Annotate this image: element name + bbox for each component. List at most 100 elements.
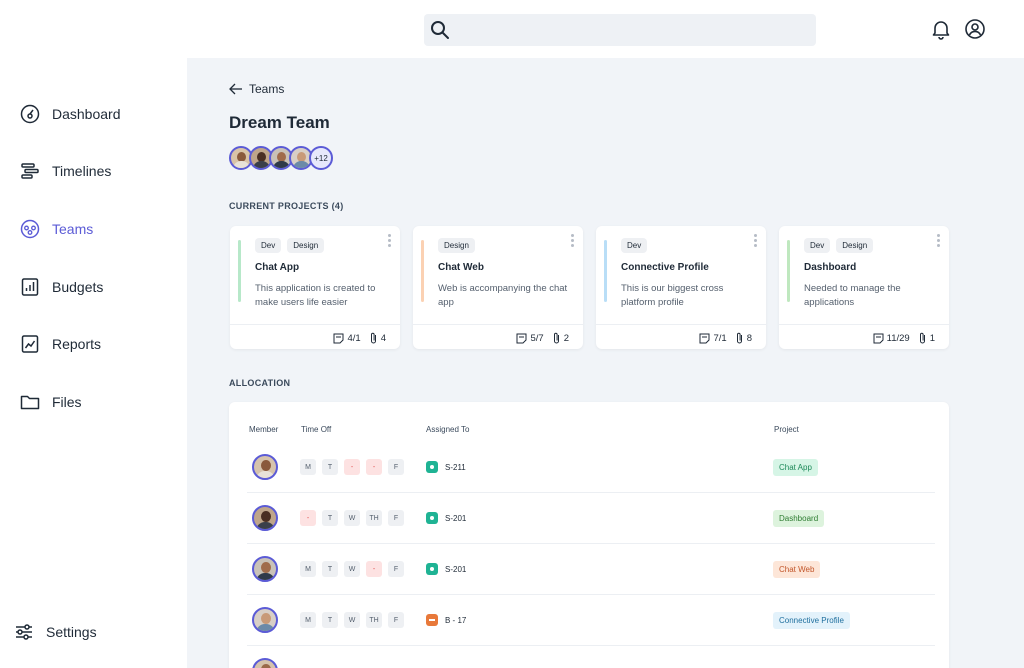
- back-link[interactable]: Teams: [229, 82, 284, 96]
- attachment-count: 8: [746, 332, 752, 344]
- folder-icon: [20, 395, 40, 410]
- day-chip[interactable]: T: [322, 459, 338, 475]
- project-card[interactable]: Design Chat Web Web is accompanying the …: [413, 226, 583, 349]
- sidebar-item-budgets[interactable]: Budgets: [20, 275, 103, 299]
- card-footer: 4/1 4: [230, 324, 400, 349]
- allocation-table: Member Time Off Assigned To Project M T …: [229, 402, 949, 668]
- project-badge[interactable]: Chat App: [773, 459, 818, 476]
- project-badge[interactable]: Chat Web: [773, 561, 821, 578]
- paperclip-icon: [919, 332, 925, 344]
- avatar[interactable]: [252, 556, 278, 582]
- avatar[interactable]: [252, 658, 278, 668]
- search-bar[interactable]: [424, 14, 816, 46]
- assigned-task[interactable]: S-201: [426, 512, 466, 524]
- attachment-count: 1: [929, 332, 935, 344]
- dashboard-icon: [20, 104, 40, 124]
- avatar[interactable]: [252, 607, 278, 633]
- sidebar-item-settings[interactable]: Settings: [14, 620, 97, 644]
- tag: Design: [438, 238, 475, 253]
- team-avatars[interactable]: +12: [229, 146, 333, 170]
- avatar[interactable]: [252, 505, 278, 531]
- day-chip[interactable]: T: [322, 510, 338, 526]
- allocation-heading: ALLOCATION: [229, 378, 291, 388]
- day-chip[interactable]: M: [300, 612, 316, 628]
- day-chip[interactable]: -: [366, 459, 382, 475]
- sidebar-item-files[interactable]: Files: [20, 390, 82, 414]
- tag: Design: [287, 238, 325, 253]
- paperclip-icon: [736, 332, 742, 344]
- assigned-task[interactable]: B - 17: [426, 614, 466, 626]
- reports-icon: [21, 335, 39, 353]
- time-off-days: M T - - F: [300, 459, 410, 475]
- top-bar: [0, 0, 1024, 58]
- task-note-icon: [516, 333, 527, 343]
- time-off-days: M T W TH F: [300, 612, 410, 628]
- teams-icon: [20, 219, 40, 239]
- more-options-icon[interactable]: [388, 234, 392, 250]
- sidebar-item-label: Dashboard: [52, 106, 121, 122]
- settings-label: Settings: [46, 624, 97, 640]
- day-chip[interactable]: M: [300, 459, 316, 475]
- project-card[interactable]: Dev Design Dashboard Needed to manage th…: [779, 226, 949, 349]
- task-note-icon: [873, 333, 884, 343]
- project-card[interactable]: Dev Design Chat App This application is …: [230, 226, 400, 349]
- day-chip[interactable]: -: [366, 561, 382, 577]
- day-chip[interactable]: T: [322, 561, 338, 577]
- day-chip[interactable]: F: [388, 459, 404, 475]
- page-title: Dream Team: [229, 113, 330, 132]
- sidebar-item-label: Files: [52, 394, 82, 410]
- assigned-task[interactable]: S-201: [426, 563, 466, 575]
- task-id: S-211: [445, 462, 466, 472]
- project-card[interactable]: Dev Connective Profile This is our bigge…: [596, 226, 766, 349]
- more-options-icon[interactable]: [571, 234, 575, 250]
- more-members-badge[interactable]: +12: [309, 146, 333, 170]
- card-title: Connective Profile: [621, 262, 709, 273]
- task-count: 4/1: [347, 332, 361, 344]
- column-header-member: Member: [249, 425, 279, 434]
- day-chip[interactable]: F: [388, 510, 404, 526]
- day-chip[interactable]: F: [388, 561, 404, 577]
- tag: Dev: [621, 238, 648, 253]
- task-id: B - 17: [445, 615, 467, 625]
- sidebar-item-teams[interactable]: Teams: [20, 217, 93, 241]
- day-chip[interactable]: W: [344, 510, 360, 526]
- avatar[interactable]: [252, 454, 278, 480]
- project-badge[interactable]: Dashboard: [773, 510, 825, 527]
- bug-icon: [426, 614, 438, 626]
- day-chip[interactable]: W: [344, 561, 360, 577]
- column-header-assigned-to: Assigned To: [426, 425, 470, 434]
- sidebar-item-dashboard[interactable]: Dashboard: [20, 102, 121, 126]
- card-tags: Design: [438, 238, 481, 253]
- attachment-count: 2: [563, 332, 569, 344]
- sidebar-item-label: Teams: [52, 221, 94, 237]
- day-chip[interactable]: W: [344, 612, 360, 628]
- tag: Dev: [255, 238, 282, 253]
- project-badge[interactable]: Connective Profile: [773, 612, 850, 629]
- day-chip[interactable]: T: [322, 612, 338, 628]
- day-chip[interactable]: TH: [366, 510, 382, 526]
- task-id: S-201: [445, 564, 467, 574]
- bell-icon[interactable]: [930, 18, 952, 40]
- task-count: 5/7: [530, 332, 544, 344]
- current-projects-heading: CURRENT PROJECTS (4): [229, 201, 344, 211]
- card-description: Web is accompanying the chat app: [438, 283, 568, 308]
- day-chip[interactable]: -: [344, 459, 360, 475]
- paperclip-icon: [553, 332, 559, 344]
- day-chip[interactable]: TH: [366, 612, 382, 628]
- card-title: Dashboard: [804, 262, 857, 273]
- card-accent-bar: [604, 240, 607, 302]
- card-title: Chat App: [255, 262, 300, 273]
- day-chip[interactable]: F: [388, 612, 404, 628]
- day-chip[interactable]: M: [300, 561, 316, 577]
- day-chip[interactable]: -: [300, 510, 316, 526]
- more-options-icon[interactable]: [754, 234, 758, 250]
- paperclip-icon: [370, 332, 376, 344]
- user-profile-icon[interactable]: [964, 18, 986, 40]
- sidebar-item-timelines[interactable]: Timelines: [20, 159, 111, 183]
- search-input[interactable]: [458, 18, 808, 42]
- sidebar-item-reports[interactable]: Reports: [20, 332, 101, 356]
- assigned-task[interactable]: S-211: [426, 461, 466, 473]
- settings-sliders-icon: [16, 624, 32, 640]
- search-icon: [431, 21, 449, 39]
- more-options-icon[interactable]: [937, 234, 941, 250]
